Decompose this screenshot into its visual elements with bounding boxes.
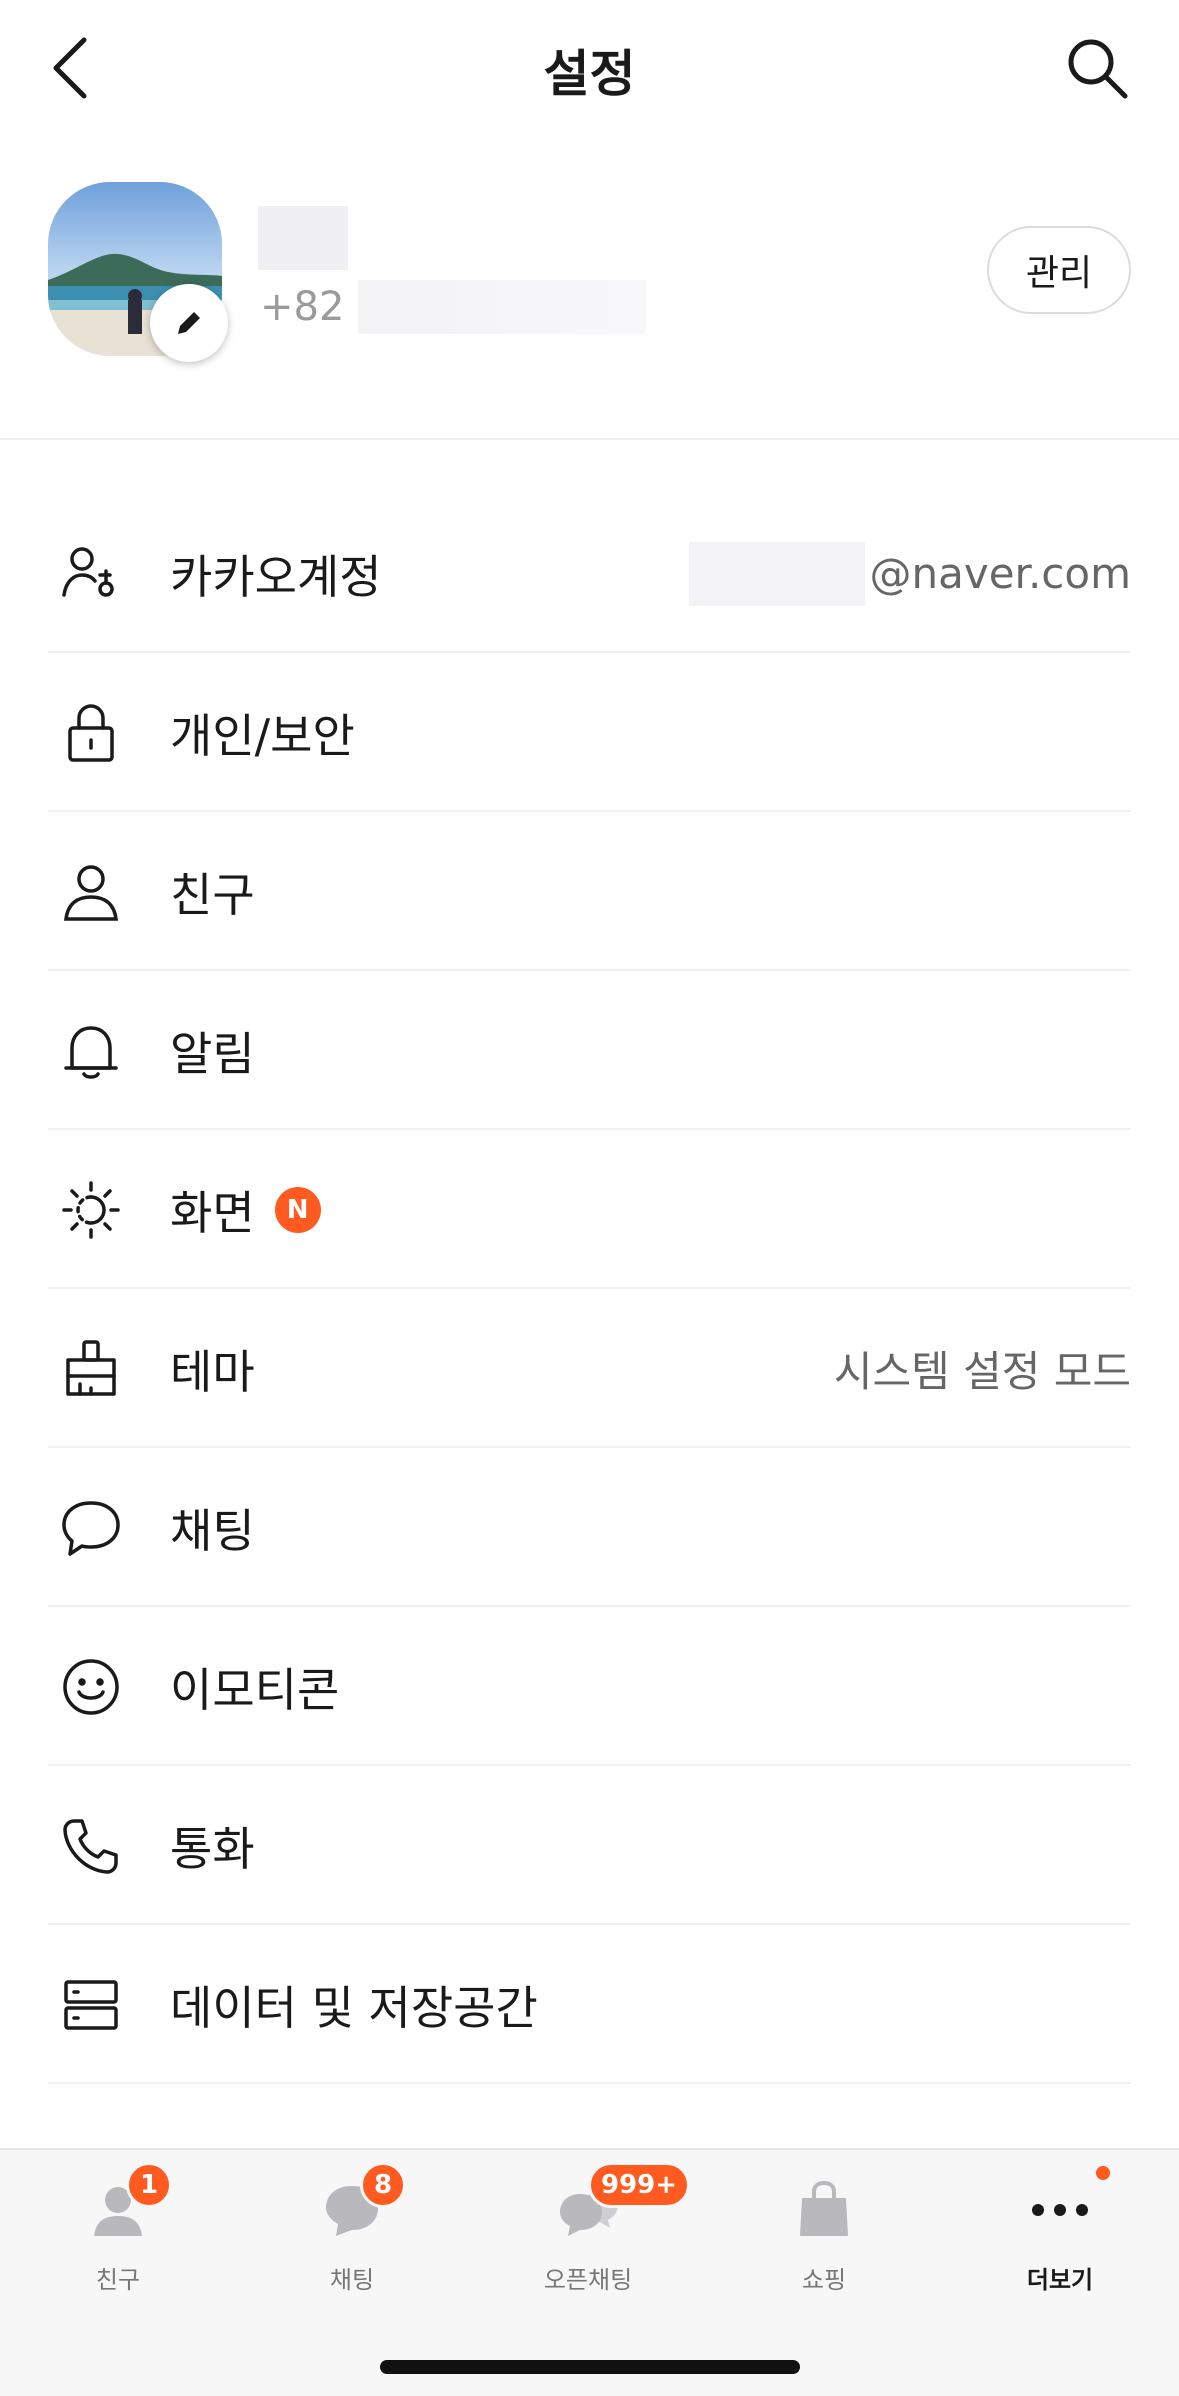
tab-openchat[interactable]: 999+ 오픈채팅 — [508, 2162, 691, 2310]
brightness-icon — [60, 1179, 122, 1241]
openchat-badge: 999+ — [588, 2162, 691, 2208]
menu-label: 이모티콘 — [170, 1662, 340, 1717]
chat-bubble-icon — [60, 1497, 122, 1559]
tab-label: 채팅 — [329, 2266, 375, 2294]
tab-label: 오픈채팅 — [543, 2266, 633, 2294]
theme-value: 시스템 설정 모드 — [833, 1347, 1131, 1396]
menu-item-chatting[interactable]: 채팅 — [0, 1448, 1179, 1607]
search-icon — [1068, 39, 1128, 99]
chatting-badge: 8 — [360, 2162, 406, 2208]
new-dot — [1096, 2166, 1110, 2180]
person-icon — [60, 861, 122, 923]
menu-item-privacy-security[interactable]: 개인/보안 — [0, 653, 1179, 812]
friends-badge: 1 — [126, 2162, 172, 2208]
profile-section[interactable]: +82 관리 — [0, 170, 1179, 400]
tab-label: 쇼핑 — [801, 2266, 847, 2294]
email-redacted — [689, 541, 866, 606]
menu-label-text: 화면 — [170, 1185, 255, 1240]
menu-item-theme[interactable]: 테마 시스템 설정 모드 — [0, 1289, 1179, 1448]
tab-label: 친구 — [95, 2266, 141, 2294]
menu-item-notifications[interactable]: 알림 — [0, 971, 1179, 1130]
edit-profile-button[interactable] — [150, 284, 228, 362]
menu-label: 카카오계정 — [170, 549, 382, 604]
phone-number-redacted — [358, 280, 647, 334]
tab-more[interactable]: 더보기 — [980, 2166, 1140, 2310]
menu-label: 테마 — [170, 1344, 255, 1399]
menu-label: 개인/보안 — [170, 708, 355, 763]
new-badge: N — [274, 1186, 321, 1233]
chat-tab-icon: 8 — [312, 2162, 406, 2250]
menu-label: 친구 — [170, 867, 255, 922]
home-indicator — [380, 2360, 800, 2374]
menu-item-emoticon[interactable]: 이모티콘 — [0, 1607, 1179, 1766]
pencil-icon — [178, 312, 200, 334]
settings-menu: 카카오계정 @naver.com 개인/보안 친구 알림 화면 N 테마 시스템… — [0, 494, 1179, 2084]
lock-icon — [60, 702, 122, 764]
friends-tab-icon: 1 — [78, 2162, 172, 2250]
profile-name-redacted — [258, 206, 348, 270]
account-icon — [60, 543, 122, 605]
email-domain: @naver.com — [869, 549, 1131, 598]
menu-label: 채팅 — [170, 1503, 255, 1558]
menu-item-friends[interactable]: 친구 — [0, 812, 1179, 971]
menu-label: 데이터 및 저장공간 — [170, 1980, 538, 2035]
profile-phone: +82 — [260, 280, 647, 334]
tab-shopping[interactable]: 쇼핑 — [744, 2170, 904, 2310]
tab-chatting[interactable]: 8 채팅 — [272, 2162, 432, 2310]
manage-button[interactable]: 관리 — [987, 226, 1131, 314]
menu-item-display[interactable]: 화면 N — [0, 1130, 1179, 1289]
menu-item-data-storage[interactable]: 데이터 및 저장공간 — [0, 1925, 1179, 2084]
phone-icon — [60, 1815, 122, 1877]
header: 설정 — [0, 0, 1179, 140]
phone-prefix: +82 — [260, 284, 345, 330]
menu-item-kakao-account[interactable]: 카카오계정 @naver.com — [0, 494, 1179, 653]
search-button[interactable] — [1057, 28, 1137, 108]
account-email: @naver.com — [689, 541, 1131, 606]
menu-label: 화면 N — [170, 1177, 321, 1243]
tab-friends[interactable]: 1 친구 — [38, 2162, 198, 2310]
page-title: 설정 — [543, 45, 636, 103]
tab-label: 더보기 — [1026, 2266, 1094, 2294]
menu-label: 알림 — [170, 1026, 255, 1081]
more-dots-icon — [1020, 2166, 1110, 2250]
bottom-tab-bar: 1 친구 8 채팅 999+ 오픈채팅 쇼핑 더보기 — [0, 2148, 1179, 2396]
menu-label: 통화 — [170, 1821, 255, 1876]
smiley-icon — [60, 1656, 122, 1718]
menu-item-call[interactable]: 통화 — [0, 1766, 1179, 1925]
openchat-tab-icon: 999+ — [548, 2162, 691, 2250]
theme-brush-icon — [60, 1338, 122, 1400]
divider — [0, 438, 1179, 440]
storage-icon — [60, 1974, 122, 2036]
shopping-bag-icon — [784, 2170, 864, 2250]
bell-icon — [60, 1020, 122, 1082]
